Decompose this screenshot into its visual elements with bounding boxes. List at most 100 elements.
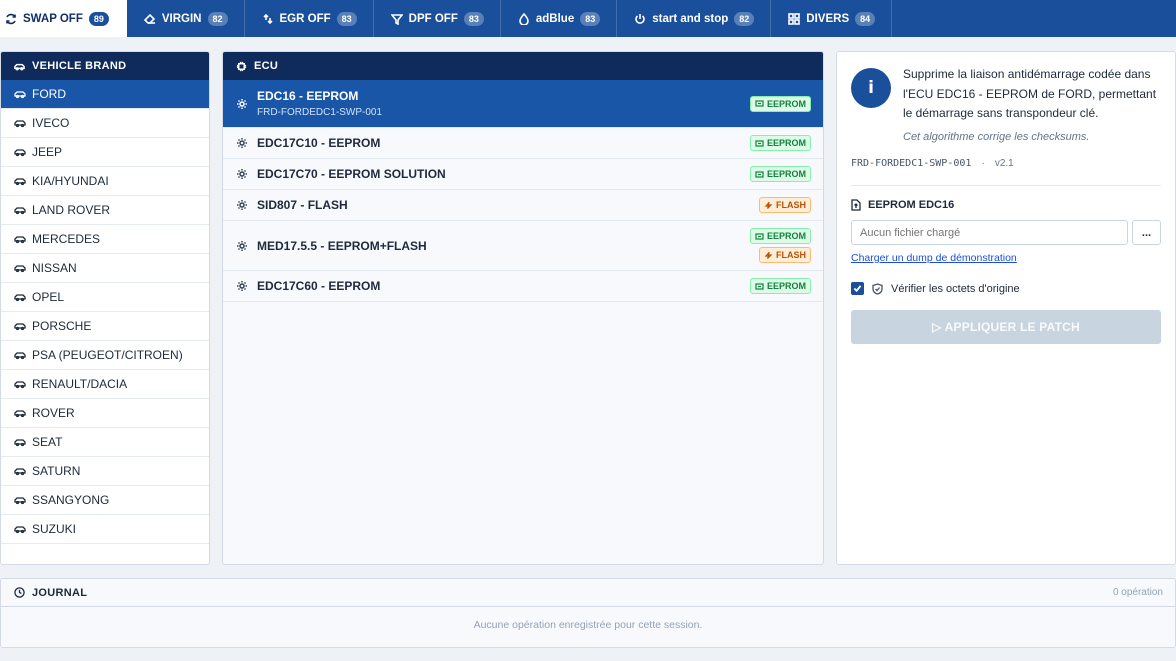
verify-bytes-label: Vérifier les octets d'origine xyxy=(891,282,1020,295)
car-icon xyxy=(14,524,26,534)
brand-item-kia-hyundai[interactable]: KIA/HYUNDAI xyxy=(1,167,209,196)
patch-detail-panel: i Supprime la liaison antidémarrage codé… xyxy=(836,51,1176,565)
car-icon xyxy=(14,234,26,244)
chip-icon xyxy=(755,100,764,107)
gear-icon xyxy=(236,168,248,180)
load-demo-dump-link[interactable]: Charger un dump de démonstration xyxy=(851,252,1017,264)
brand-item-saturn[interactable]: SATURN xyxy=(1,457,209,486)
brand-item-psa-peugeot-citroen[interactable]: PSA (PEUGEOT/CITROEN) xyxy=(1,341,209,370)
brand-item-seat[interactable]: SEAT xyxy=(1,428,209,457)
brand-item-jeep[interactable]: JEEP xyxy=(1,138,209,167)
tab-count-badge: 84 xyxy=(855,11,876,26)
verify-bytes-checkbox[interactable] xyxy=(851,282,864,295)
tab-label: adBlue xyxy=(535,12,575,25)
brand-label: LAND ROVER xyxy=(32,203,111,217)
brand-label: PSA (PEUGEOT/CITROEN) xyxy=(32,348,183,362)
verify-bytes-row: Vérifier les octets d'origine xyxy=(851,282,1020,295)
brand-item-porsche[interactable]: PORSCHE xyxy=(1,312,209,341)
chip-icon xyxy=(755,170,764,178)
tab-count-badge: 83 xyxy=(463,11,484,26)
eeprom-tag: EEPROM xyxy=(749,166,811,182)
brand-item-renault-dacia[interactable]: RENAULT/DACIA xyxy=(1,370,209,399)
algorithm-code: FRD-FORDEDC1-SWP-001 xyxy=(851,158,972,169)
shield-icon xyxy=(872,282,883,295)
eeprom-tag: EEPROM xyxy=(749,95,811,112)
ecu-tags: FLASH xyxy=(759,197,811,213)
tab-dpf-off[interactable]: DPF OFF 83 xyxy=(374,0,501,37)
ecu-code: FRD-FORDEDC1-SWP-001 xyxy=(257,107,383,118)
eeprom-tag: EEPROM xyxy=(749,278,811,294)
tab-egr-off[interactable]: EGR OFF 83 xyxy=(245,0,374,37)
brand-item-opel[interactable]: OPEL xyxy=(1,283,209,312)
brand-item-rover[interactable]: ROVER xyxy=(1,399,209,428)
brand-label: SUZUKI xyxy=(32,522,77,536)
tag-label: EEPROM xyxy=(766,138,806,148)
tab-adblue[interactable]: adBlue 83 xyxy=(501,0,618,37)
car-icon xyxy=(14,321,26,331)
algorithm-id: FRD-FORDEDC1-SWP-001 · v2.1 xyxy=(851,158,1014,169)
ecu-title: ECU xyxy=(254,60,279,72)
chip-icon xyxy=(755,282,764,290)
ecu-item[interactable]: EDC17C70 - EEPROM SOLUTION EEPROM xyxy=(223,159,823,190)
car-icon xyxy=(14,89,26,99)
brand-item-ssangyong[interactable]: SSANGYONG xyxy=(1,486,209,515)
brand-item-suzuki[interactable]: SUZUKI xyxy=(1,515,209,544)
ecu-panel: ECU EDC16 - EEPROM FRD-FORDEDC1-SWP-001 EE… xyxy=(222,51,824,565)
eeprom-tag: EEPROM xyxy=(749,228,811,244)
flash-tag: FLASH xyxy=(759,197,811,213)
car-icon xyxy=(14,466,26,476)
lightning-icon xyxy=(764,201,773,209)
brand-label: OPEL xyxy=(32,290,65,304)
brand-item-nissan[interactable]: NISSAN xyxy=(1,254,209,283)
ecu-text: EDC17C70 - EEPROM SOLUTION xyxy=(257,167,750,181)
chip-icon xyxy=(755,139,764,147)
brand-label: ROVER xyxy=(32,406,75,420)
brand-label: FORD xyxy=(32,87,66,101)
journal-title: JOURNAL xyxy=(32,586,88,599)
car-icon xyxy=(14,61,25,72)
apply-patch-button[interactable]: ▷ APPLIQUER LE PATCH xyxy=(851,310,1161,344)
brand-item-land-rover[interactable]: LAND ROVER xyxy=(1,196,209,225)
ecu-item[interactable]: MED17.5.5 - EEPROM+FLASH EEPROM FLASH xyxy=(223,221,823,271)
divider xyxy=(851,185,1161,186)
browse-file-button[interactable]: ... xyxy=(1132,220,1161,245)
ecu-name: MED17.5.5 - EEPROM+FLASH xyxy=(257,238,427,253)
brand-label: MERCEDES xyxy=(32,232,101,246)
tag-label: EEPROM xyxy=(766,281,806,291)
tab-label: DPF OFF xyxy=(408,12,458,25)
tab-virgin[interactable]: VIRGIN 82 xyxy=(127,0,245,37)
brand-item-mercedes[interactable]: MERCEDES xyxy=(1,225,209,254)
ecu-text: EDC17C10 - EEPROM xyxy=(257,136,750,150)
tab-label: SWAP OFF xyxy=(23,12,83,25)
ecu-name: EDC16 - EEPROM xyxy=(257,89,359,103)
ecu-tags: EEPROM xyxy=(749,135,811,151)
ecu-item[interactable]: EDC16 - EEPROM FRD-FORDEDC1-SWP-001 EEPROM xyxy=(223,80,823,128)
eeprom-title-text: EEPROM EDC16 xyxy=(868,199,955,211)
gear-icon xyxy=(236,98,248,110)
ecu-name: SID807 - FLASH xyxy=(257,198,348,212)
brand-item-ford[interactable]: FORD xyxy=(1,80,209,109)
tag-label: EEPROM xyxy=(766,98,806,109)
brand-item-iveco[interactable]: IVECO xyxy=(1,109,209,138)
tab-divers[interactable]: DIVERS 84 xyxy=(771,0,893,37)
tab-count-badge: 89 xyxy=(88,11,109,26)
car-icon xyxy=(14,147,26,157)
tab-label: start and stop xyxy=(652,12,729,25)
ecu-tags: EEPROM FLASH xyxy=(749,228,811,263)
ecu-name: EDC17C70 - EEPROM SOLUTION xyxy=(257,167,446,181)
ecu-item[interactable]: EDC17C10 - EEPROM EEPROM xyxy=(223,128,823,159)
tab-count-badge: 82 xyxy=(734,11,755,26)
car-icon xyxy=(14,495,26,505)
flash-tag: FLASH xyxy=(759,247,811,263)
eeprom-section-title: EEPROM EDC16 xyxy=(851,199,954,211)
tab-count-badge: 82 xyxy=(207,11,228,26)
file-path-input[interactable] xyxy=(851,220,1128,245)
ecu-item[interactable]: SID807 - FLASH FLASH xyxy=(223,190,823,221)
ecu-item[interactable]: EDC17C60 - EEPROM EEPROM xyxy=(223,271,823,302)
brand-label: SSANGYONG xyxy=(32,493,110,507)
brand-label: SATURN xyxy=(32,464,81,478)
brand-label: IVECO xyxy=(32,116,70,130)
tab-start-and-stop[interactable]: start and stop 82 xyxy=(617,0,772,37)
ecu-list: EDC16 - EEPROM FRD-FORDEDC1-SWP-001 EEPROM… xyxy=(223,80,823,302)
tab-swap-off[interactable]: SWAP OFF 89 xyxy=(0,0,127,37)
